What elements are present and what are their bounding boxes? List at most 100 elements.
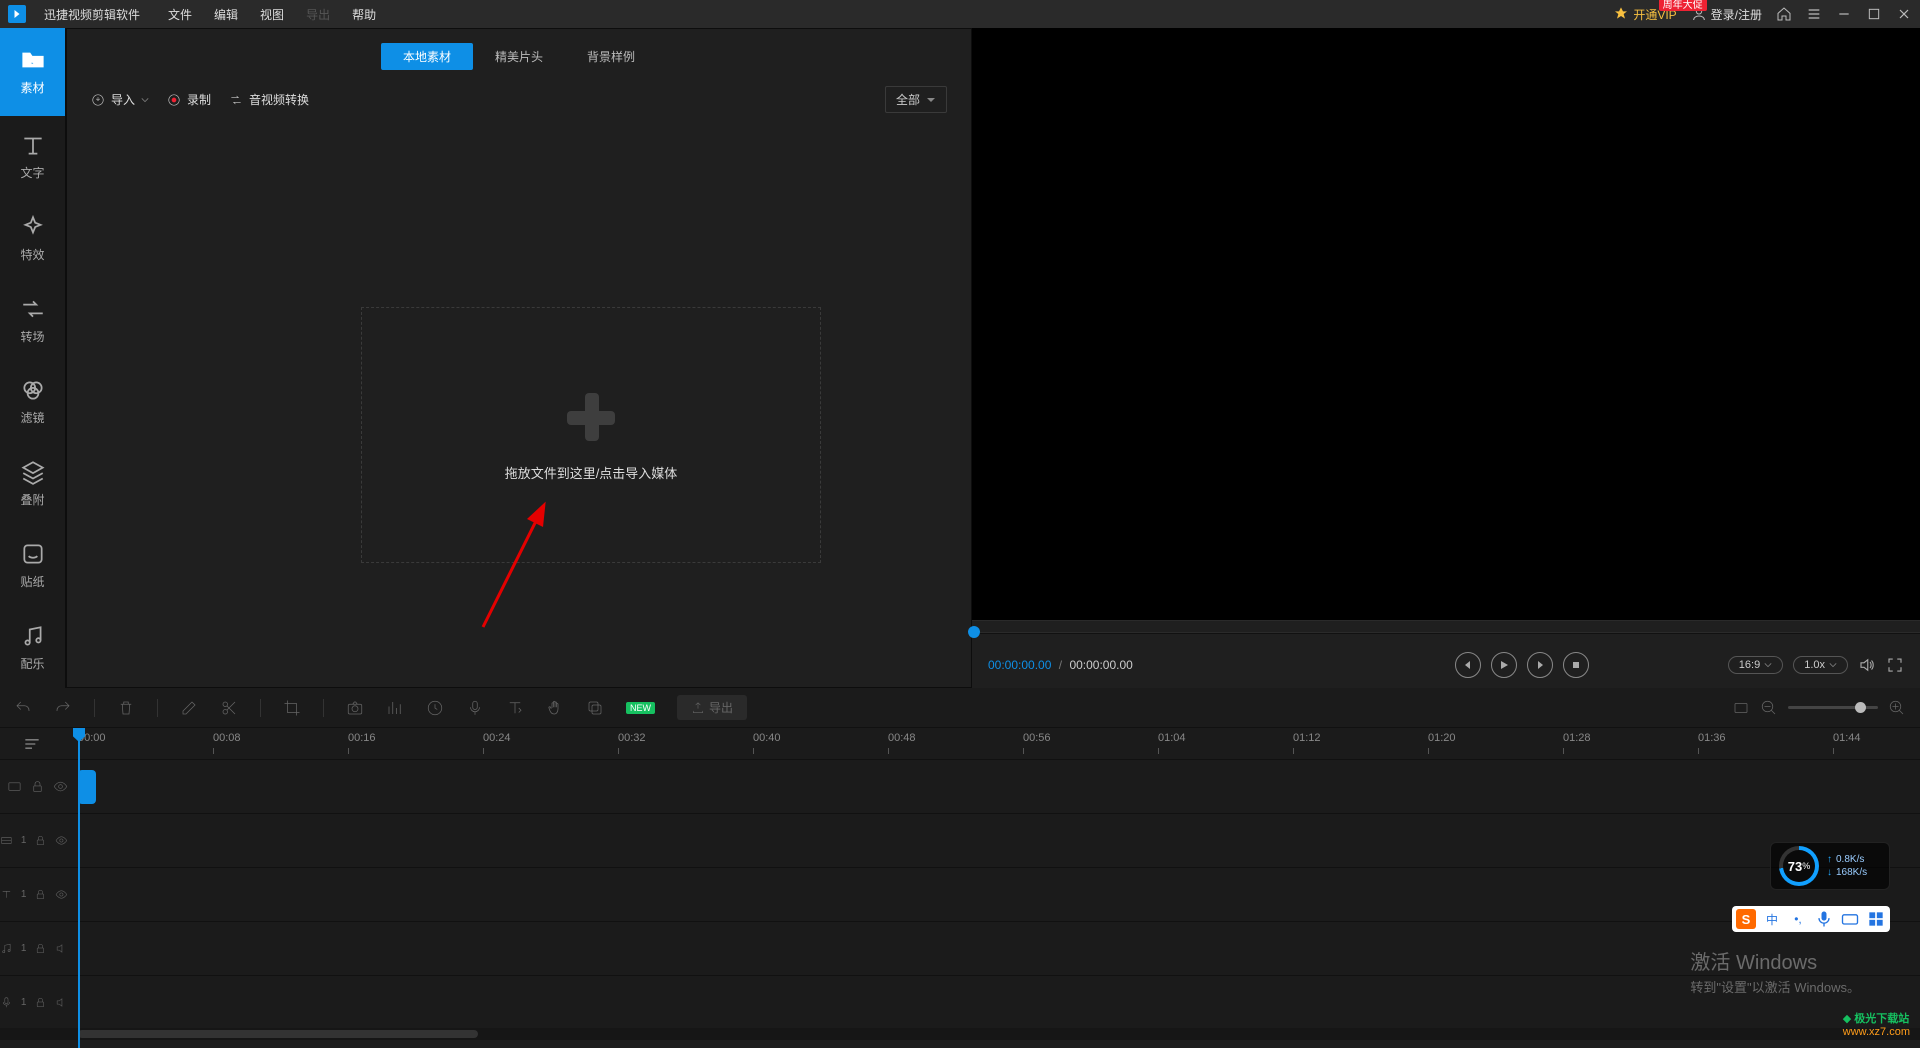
rail-filter[interactable]: 滤镜: [0, 361, 65, 443]
menu-help[interactable]: 帮助: [352, 6, 376, 23]
ruler-tick: 00:56: [1023, 732, 1051, 744]
lock-icon[interactable]: [34, 995, 47, 1010]
aspect-ratio-dropdown[interactable]: 16:9: [1728, 656, 1783, 674]
sort-tracks-icon[interactable]: [22, 734, 42, 754]
export-button[interactable]: 导出: [677, 695, 747, 720]
mic-icon[interactable]: [466, 699, 484, 717]
rail-music[interactable]: 配乐: [0, 606, 65, 688]
import-icon: [91, 93, 105, 107]
rail-filter-label: 滤镜: [20, 409, 44, 426]
tab-local[interactable]: 本地素材: [381, 43, 473, 70]
ruler-tick: 00:24: [483, 732, 511, 744]
convert-icon: [229, 93, 243, 107]
activate-subtitle: 转到"设置"以激活 Windows。: [1690, 977, 1860, 996]
speed-dropdown[interactable]: 1.0x: [1793, 656, 1848, 674]
track-video[interactable]: [0, 760, 1920, 814]
preview-scrubber[interactable]: [972, 620, 1920, 642]
export-icon: [691, 701, 705, 715]
play-button[interactable]: [1491, 652, 1517, 678]
track-overlay[interactable]: 1: [0, 814, 1920, 868]
zoom-out-icon[interactable]: [1760, 699, 1778, 717]
rail-effects-label: 特效: [20, 246, 44, 263]
copy-icon[interactable]: [586, 699, 604, 717]
prev-frame-button[interactable]: [1455, 652, 1481, 678]
filter-dropdown[interactable]: 全部: [885, 86, 947, 113]
track-audio[interactable]: 1: [0, 922, 1920, 976]
ime-grid-icon[interactable]: [1866, 909, 1886, 929]
timeline-scrollbar[interactable]: [0, 1028, 1920, 1040]
eye-icon[interactable]: [55, 833, 68, 848]
zoom-in-icon[interactable]: [1888, 699, 1906, 717]
hamburger-icon[interactable]: [1806, 6, 1822, 22]
close-icon[interactable]: [1896, 6, 1912, 22]
delete-icon[interactable]: [117, 699, 135, 717]
title-bar: 迅捷视频剪辑软件 文件 编辑 视图 导出 帮助 开通VIP 周年大促 登录/注册: [0, 0, 1920, 28]
lock-icon[interactable]: [34, 887, 47, 902]
home-icon[interactable]: [1776, 6, 1792, 22]
rail-music-label: 配乐: [20, 655, 44, 672]
layers-icon: [20, 459, 46, 485]
import-button[interactable]: 导入: [91, 91, 149, 108]
lock-icon[interactable]: [34, 833, 47, 848]
menu-export: 导出: [306, 6, 330, 23]
text-tool-icon[interactable]: [506, 699, 524, 717]
clock-icon[interactable]: [426, 699, 444, 717]
ime-voice-icon[interactable]: [1814, 909, 1834, 929]
redo-icon[interactable]: [54, 699, 72, 717]
menu-view[interactable]: 视图: [260, 6, 284, 23]
ime-keyboard-icon[interactable]: [1840, 909, 1860, 929]
histogram-icon[interactable]: [386, 699, 404, 717]
next-frame-button[interactable]: [1527, 652, 1553, 678]
track-voice[interactable]: 1: [0, 976, 1920, 1028]
music-icon: [20, 623, 46, 649]
activate-title: 激活 Windows: [1690, 946, 1860, 975]
eye-icon[interactable]: [53, 779, 68, 794]
crop-icon[interactable]: [283, 699, 301, 717]
lock-icon[interactable]: [34, 941, 47, 956]
net-up: ↑0.8K/s: [1827, 854, 1867, 865]
edit-icon[interactable]: [180, 699, 198, 717]
voice-track-icon: [0, 995, 13, 1010]
menu-file[interactable]: 文件: [168, 6, 192, 23]
net-down: ↓168K/s: [1827, 867, 1867, 878]
rail-media[interactable]: 素材: [0, 28, 65, 116]
vip-button[interactable]: 开通VIP 周年大促: [1613, 6, 1676, 23]
fullscreen-icon[interactable]: [1886, 656, 1904, 674]
maximize-icon[interactable]: [1866, 6, 1882, 22]
record-button[interactable]: 录制: [167, 91, 211, 108]
snapshot-icon[interactable]: [346, 699, 364, 717]
rail-media-label: 素材: [20, 79, 44, 96]
playhead[interactable]: [78, 728, 80, 1048]
fit-icon[interactable]: [1732, 699, 1750, 717]
scrubber-handle-icon[interactable]: [968, 626, 980, 638]
eye-icon[interactable]: [55, 887, 68, 902]
tab-intro[interactable]: 精美片头: [473, 43, 565, 70]
tab-background[interactable]: 背景样例: [565, 43, 657, 70]
split-icon[interactable]: [220, 699, 238, 717]
media-dropzone[interactable]: 拖放文件到这里/点击导入媒体: [361, 307, 821, 563]
minimize-icon[interactable]: [1836, 6, 1852, 22]
track-text[interactable]: 1: [0, 868, 1920, 922]
mute-icon[interactable]: [55, 995, 68, 1010]
ime-toolbar[interactable]: S 中 •,: [1732, 906, 1890, 932]
zoom-slider[interactable]: [1788, 706, 1878, 709]
hand-icon[interactable]: [546, 699, 564, 717]
timeline-ruler[interactable]: 00:0000:0800:1600:2400:3200:4000:4800:56…: [0, 728, 1920, 760]
menu-edit[interactable]: 编辑: [214, 6, 238, 23]
overlay-track-icon: [0, 833, 13, 848]
lock-icon[interactable]: [30, 779, 45, 794]
clip-placeholder[interactable]: [78, 770, 96, 804]
rail-sticker[interactable]: 贴纸: [0, 524, 65, 606]
rail-effects[interactable]: 特效: [0, 197, 65, 279]
undo-icon[interactable]: [14, 699, 32, 717]
mute-icon[interactable]: [55, 941, 68, 956]
sogou-logo-icon: S: [1736, 909, 1756, 929]
rail-transition[interactable]: 转场: [0, 279, 65, 361]
volume-icon[interactable]: [1858, 656, 1876, 674]
convert-button[interactable]: 音视频转换: [229, 91, 309, 108]
ime-punct-icon[interactable]: •,: [1788, 909, 1808, 929]
ime-lang[interactable]: 中: [1762, 909, 1782, 929]
rail-overlay[interactable]: 叠附: [0, 443, 65, 525]
rail-text[interactable]: 文字: [0, 116, 65, 198]
stop-button[interactable]: [1563, 652, 1589, 678]
